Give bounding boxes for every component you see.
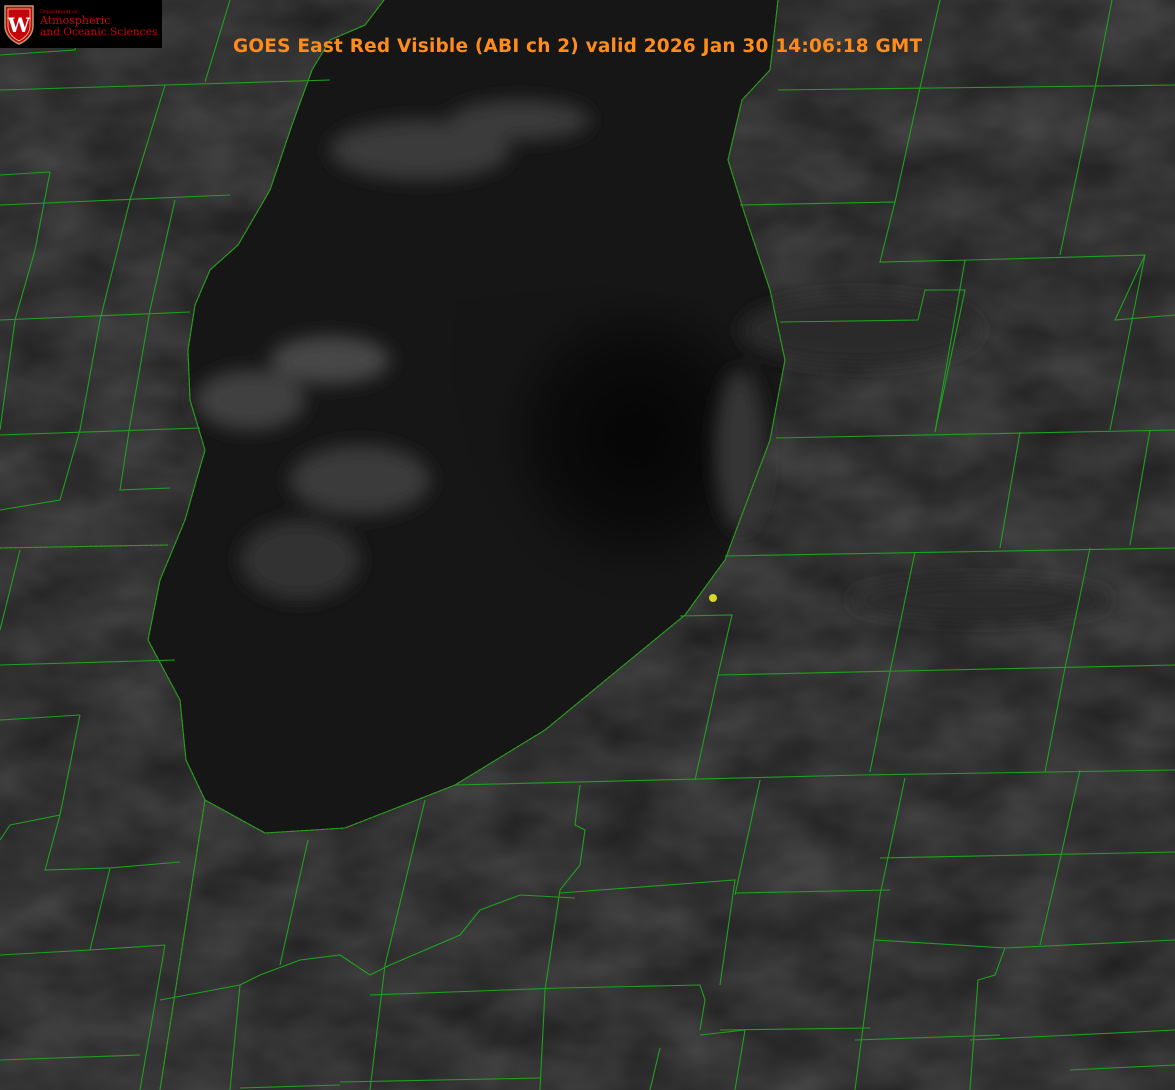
logo-line2: and Oceanic Sciences <box>40 25 158 38</box>
uw-aos-logo: W Department of Atmospheric and Oceanic … <box>0 0 162 48</box>
image-title: GOES East Red Visible (ABI ch 2) valid 2… <box>233 36 923 57</box>
location-dot-icon <box>709 594 717 602</box>
satellite-map <box>0 0 1175 1090</box>
logo-text: Department of Atmospheric and Oceanic Sc… <box>40 9 158 38</box>
uw-crest-icon: W <box>4 5 34 45</box>
crest-letter: W <box>7 13 31 37</box>
